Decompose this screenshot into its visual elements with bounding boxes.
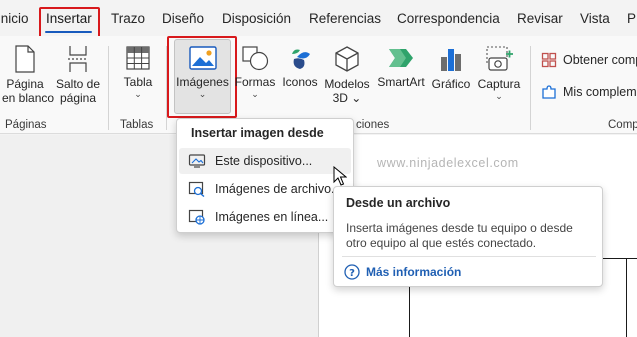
get-addins-button[interactable]: Obtener comp [541,52,637,68]
cube-icon [335,46,359,72]
mouse-cursor-icon [333,166,347,186]
tab-vista[interactable]: Vista [580,11,610,26]
camera-icon [486,46,513,71]
my-addins-button[interactable]: Mis compleme [541,84,637,100]
page-break-label-1: Salto de [55,77,101,91]
tooltip-divider [342,256,596,257]
bar-chart-icon [441,49,461,71]
group-ilustraciones-label: ciones [356,119,390,131]
group-complementos-label: Comp [608,119,637,131]
icons-label: Iconos [282,75,318,89]
screenshot-button[interactable]: Captura ⌄ [476,45,522,101]
page-break-button[interactable]: Salto de página [54,45,102,105]
tab-trazo[interactable]: Trazo [111,11,145,26]
active-tab-indicator [45,31,92,33]
smartart-label: SmartArt [377,75,425,89]
group-separator [166,46,167,130]
insert-image-menu: Insertar imagen desde Este dispositivo..… [176,118,354,233]
icons-button[interactable]: Iconos [280,45,320,89]
table-label: Tabla [123,75,153,89]
menu-item-label: Este dispositivo... [215,154,313,168]
tooltip-body: Inserta imágenes desde tu equipo o desde… [346,221,573,250]
tab-referencias[interactable]: Referencias [309,11,381,26]
shapes-label: Formas [234,75,276,89]
tab-partial[interactable]: P [627,11,636,26]
images-label: Imágenes [176,75,229,89]
group-tablas-label: Tablas [120,119,154,131]
group-paginas-label: Páginas [5,119,47,131]
tab-revisar[interactable]: Revisar [517,11,563,26]
shapes-icon [242,46,269,71]
page-break-label-2: página [59,91,97,105]
image-icon [188,46,217,70]
group-separator [108,46,109,130]
stock-images-icon [187,181,207,197]
tooltip-title: Desde un archivo [346,196,451,210]
smartart-icon [389,49,413,67]
3d-models-button[interactable]: Modelos 3D ⌄ [322,45,372,105]
menu-item-imagenes-en-linea[interactable]: Imágenes en línea... [179,204,351,230]
more-info-link[interactable]: ? Más información [344,264,461,280]
addins-puzzle-icon [542,85,556,99]
chevron-down-icon: ⌄ [134,89,142,99]
tab-diseno[interactable]: Diseño [162,11,204,26]
3d-models-label-1: Modelos [324,77,370,91]
my-addins-label: Mis compleme [563,85,637,99]
online-images-icon [187,209,207,225]
screenshot-label: Captura [477,77,521,91]
chart-label: Gráfico [431,77,471,91]
group-separator [530,46,531,130]
tab-insertar[interactable]: Insertar [46,11,92,26]
blank-page-button[interactable]: Página en blanco [2,45,55,105]
chevron-down-icon: ⌄ [198,89,207,99]
chart-button[interactable]: Gráfico [428,45,474,91]
tab-disposicion[interactable]: Disposición [222,11,291,26]
chevron-down-icon: ⌄ [251,89,259,99]
table-button[interactable]: Tabla ⌄ [118,45,158,99]
get-addins-label: Obtener comp [563,53,637,67]
ribbon-tab-bar: Inicio Insertar Trazo Diseño Disposición… [0,0,637,36]
more-info-label: Más información [366,265,462,279]
table-icon [126,46,150,70]
menu-item-label: Imágenes de archivo... [215,182,342,196]
tab-inicio[interactable]: Inicio [0,11,29,26]
smartart-button[interactable]: SmartArt [375,45,427,89]
watermark-text: www.ninjadelexcel.com [377,156,519,170]
svg-text:?: ? [349,268,355,279]
table-border-right [626,258,627,337]
tab-correspondencia[interactable]: Correspondencia [397,11,500,26]
icons-icon [292,49,310,69]
blank-page-label-2: en blanco [2,91,55,105]
this-device-icon [187,153,207,169]
images-button[interactable]: Imágenes ⌄ [174,45,231,99]
page-break-icon [68,46,88,72]
blank-page-label-1: Página [6,77,44,91]
shapes-button[interactable]: Formas ⌄ [234,45,276,99]
menu-item-este-dispositivo[interactable]: Este dispositivo... [179,148,351,174]
blank-page-icon [15,45,35,73]
menu-item-imagenes-de-archivo[interactable]: Imágenes de archivo... [179,176,351,202]
help-icon: ? [344,264,360,280]
addins-store-icon [541,52,557,68]
menu-item-label: Imágenes en línea... [215,210,329,224]
tooltip-desde-archivo: Desde un archivo Inserta imágenes desde … [333,186,603,287]
3d-models-label-2: 3D ⌄ [332,91,362,105]
menu-title: Insertar imagen desde [191,126,324,140]
chevron-down-icon: ⌄ [495,91,503,101]
